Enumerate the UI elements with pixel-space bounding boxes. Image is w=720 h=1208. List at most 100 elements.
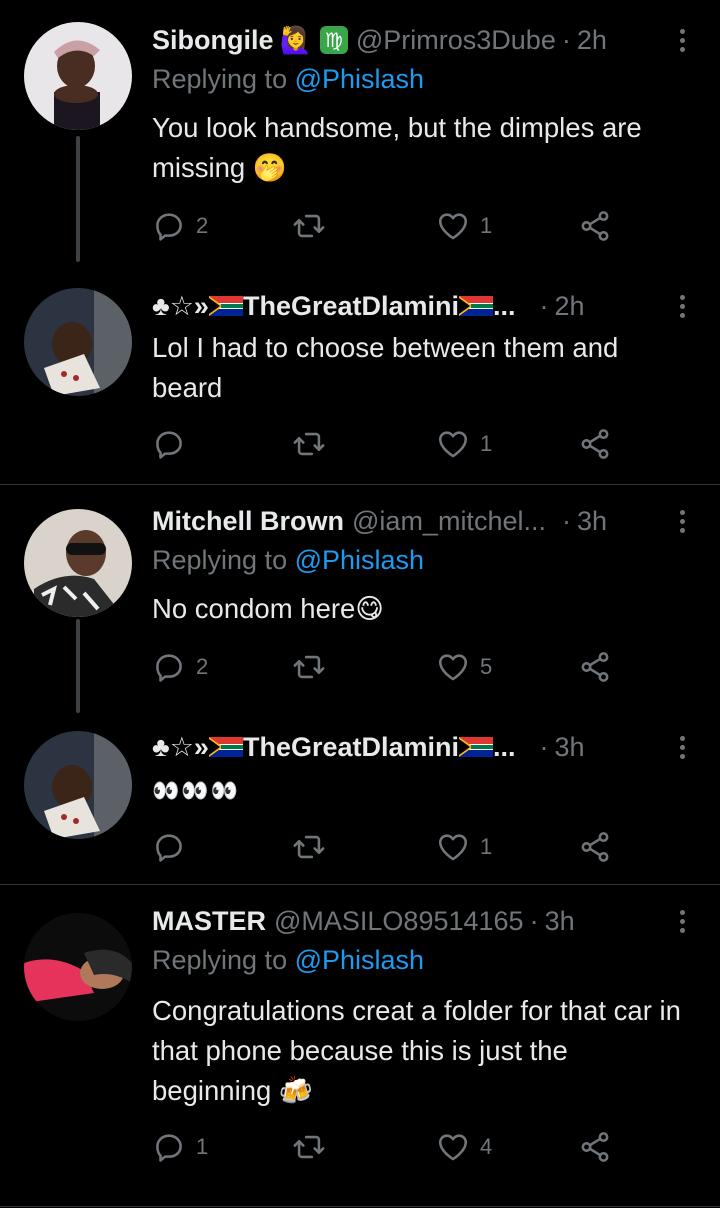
reply-button[interactable]	[152, 827, 196, 867]
thread-line	[76, 619, 80, 713]
share-button[interactable]	[578, 424, 612, 464]
share-icon	[578, 427, 612, 461]
tweet-header: ♣☆» TheGreatDlamini ... · 2h	[152, 286, 660, 326]
share-icon	[578, 830, 612, 864]
like-button[interactable]: 5	[436, 647, 492, 687]
handle[interactable]: @MASILO89514165	[274, 906, 524, 937]
avatar[interactable]	[24, 731, 132, 839]
replying-prefix: Replying to	[152, 945, 288, 975]
timestamp[interactable]: 3h	[555, 732, 585, 763]
timestamp[interactable]: 2h	[577, 25, 607, 56]
replying-to: Replying to @Phislash	[152, 64, 424, 95]
retweet-icon	[292, 650, 326, 684]
tweet-2[interactable]: ♣☆» TheGreatDlamini ... · 2h Lol I had t…	[0, 262, 720, 484]
like-button[interactable]: 1	[436, 827, 492, 867]
replying-prefix: Replying to	[152, 64, 288, 94]
tweet-text: 👀👀👀	[152, 778, 241, 803]
action-bar: 2 5	[152, 647, 690, 687]
south-africa-flag-icon	[459, 737, 493, 757]
south-africa-flag-icon	[209, 296, 243, 316]
more-icon[interactable]	[672, 501, 692, 541]
avatar[interactable]	[24, 509, 132, 617]
tweet-header: Mitchell Brown @iam_mitchel... · 3h	[152, 501, 660, 541]
retweet-icon	[292, 1130, 326, 1164]
retweet-icon	[292, 427, 326, 461]
like-icon	[436, 427, 470, 461]
avatar[interactable]	[24, 913, 132, 1021]
share-icon	[578, 209, 612, 243]
timestamp[interactable]: 3h	[545, 906, 575, 937]
replying-to-link[interactable]: @Phislash	[295, 945, 424, 975]
timestamp[interactable]: 3h	[577, 506, 607, 537]
retweet-button[interactable]	[292, 206, 336, 246]
share-button[interactable]	[578, 647, 612, 687]
tweet-text: Lol I had to choose between them and bea…	[152, 332, 619, 403]
like-count: 1	[480, 213, 493, 238]
replying-to: Replying to @Phislash	[152, 545, 424, 576]
divider	[0, 1206, 720, 1207]
more-icon[interactable]	[672, 727, 692, 767]
more-icon[interactable]	[672, 20, 692, 60]
tweet-text: Congratulations creat a folder for that …	[152, 995, 681, 1106]
retweet-button[interactable]	[292, 647, 336, 687]
tweet-3[interactable]: Mitchell Brown @iam_mitchel... · 3h Repl…	[0, 485, 720, 713]
avatar[interactable]	[24, 22, 132, 130]
replying-to-link[interactable]: @Phislash	[295, 545, 424, 575]
avatar[interactable]	[24, 288, 132, 396]
reply-button[interactable]: 2	[152, 206, 208, 246]
more-icon[interactable]	[672, 901, 692, 941]
tweet-header: MASTER @MASILO89514165 · 3h	[152, 901, 660, 941]
name-ellipsis: ...	[493, 731, 516, 762]
tweet-text: You look handsome, but the dimples are m…	[152, 112, 642, 183]
handle[interactable]: @Primros3Dube	[356, 25, 556, 56]
reply-icon	[152, 830, 186, 864]
like-count: 4	[480, 1134, 493, 1159]
like-button[interactable]: 1	[436, 424, 492, 464]
like-button[interactable]: 4	[436, 1127, 492, 1167]
reply-count: 2	[196, 213, 209, 238]
share-button[interactable]	[578, 1127, 612, 1167]
south-africa-flag-icon	[209, 737, 243, 757]
name-prefix: ♣☆»	[152, 731, 209, 762]
tweet-4[interactable]: ♣☆» TheGreatDlamini ... · 3h 👀👀👀 1	[0, 713, 720, 884]
tweet-5[interactable]: MASTER @MASILO89514165 · 3h Replying to …	[0, 885, 720, 1208]
south-africa-flag-icon	[459, 296, 493, 316]
action-bar: 1 4	[152, 1127, 690, 1167]
more-icon[interactable]	[672, 286, 692, 326]
retweet-button[interactable]	[292, 827, 336, 867]
share-button[interactable]	[578, 206, 612, 246]
like-count: 1	[480, 431, 493, 456]
replying-to-link[interactable]: @Phislash	[295, 64, 424, 94]
tweet-text: No condom here😋	[152, 593, 384, 624]
reply-button[interactable]	[152, 424, 196, 464]
reply-button[interactable]: 1	[152, 1127, 208, 1167]
share-button[interactable]	[578, 827, 612, 867]
like-icon	[436, 209, 470, 243]
like-button[interactable]: 1	[436, 206, 492, 246]
like-count: 5	[480, 654, 493, 679]
name-ellipsis: ...	[493, 290, 516, 321]
thread-line	[76, 136, 80, 262]
action-bar: 1	[152, 424, 690, 464]
handle[interactable]: @iam_mitchel...	[352, 506, 546, 537]
reply-icon	[152, 650, 186, 684]
action-bar: 2 1	[152, 206, 690, 246]
retweet-button[interactable]	[292, 1127, 336, 1167]
timestamp[interactable]: 2h	[555, 291, 585, 322]
display-name[interactable]: TheGreatDlamini	[243, 732, 459, 763]
display-name[interactable]: TheGreatDlamini	[243, 291, 459, 322]
retweet-icon	[292, 209, 326, 243]
retweet-icon	[292, 830, 326, 864]
retweet-button[interactable]	[292, 424, 336, 464]
replying-to: Replying to @Phislash	[152, 945, 424, 976]
action-bar: 1	[152, 827, 690, 867]
separator-dot: ·	[529, 905, 539, 936]
display-name[interactable]: Sibongile	[152, 25, 274, 56]
tweet-header: ♣☆» TheGreatDlamini ... · 3h	[152, 727, 660, 767]
name-emoji: 🙋‍♀️	[279, 24, 312, 55]
reply-count: 2	[196, 654, 209, 679]
tweet-1[interactable]: Sibongile 🙋‍♀️ ♍ @Primros3Dube · 2h Repl…	[0, 0, 720, 262]
display-name[interactable]: Mitchell Brown	[152, 506, 344, 537]
display-name[interactable]: MASTER	[152, 906, 266, 937]
reply-button[interactable]: 2	[152, 647, 208, 687]
